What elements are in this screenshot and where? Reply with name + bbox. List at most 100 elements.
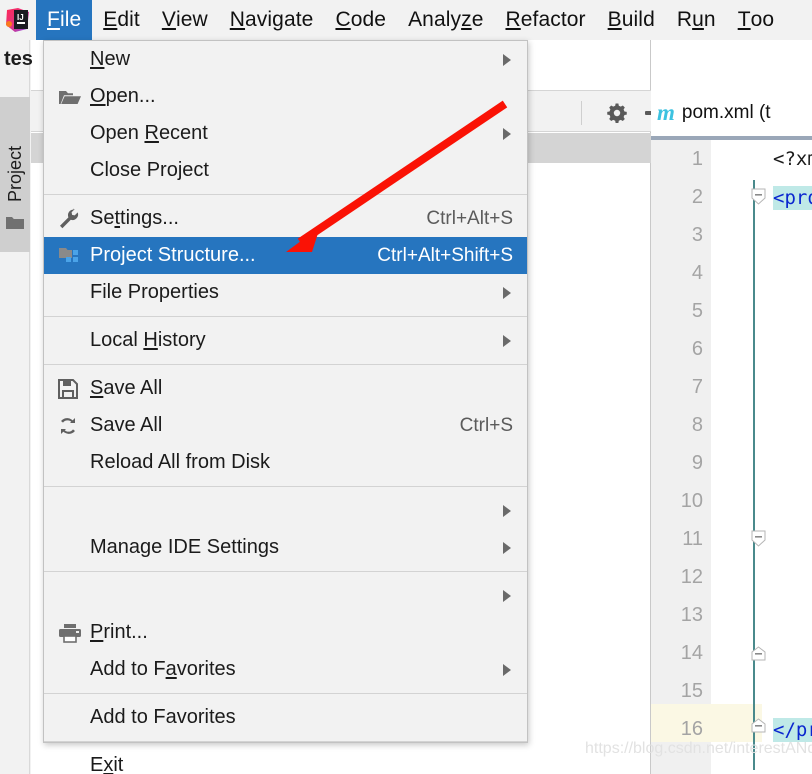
no-icon <box>58 537 90 559</box>
reload-icon <box>58 415 90 437</box>
menu-item-label: Print... <box>90 621 148 643</box>
menu-item-shortcut: Ctrl+S <box>459 414 513 436</box>
menu-run[interactable]: Run <box>666 0 727 40</box>
menu-item-shortcut: Ctrl+Alt+S <box>426 207 513 229</box>
code-text-area[interactable]: <?xm <pro </pr <box>769 140 812 774</box>
gear-icon[interactable] <box>606 102 628 124</box>
file-menu-dropdown: New Open... Open Recent Close Project Se… <box>43 40 528 774</box>
menu-item-invalidate-caches[interactable]: Reload All from Disk <box>44 444 527 481</box>
editor-gutter: 1 2 3 4 5 6 7 8 9 10 11 12 13 14 15 16 <box>651 140 762 774</box>
menu-analyze[interactable]: Analy z e <box>397 0 494 40</box>
line-number: 9 <box>691 452 703 474</box>
no-icon <box>58 585 90 607</box>
no-icon <box>58 659 90 681</box>
line-number: 1 <box>691 148 703 170</box>
menu-item-open-recent[interactable]: Open Recent <box>44 115 527 152</box>
code-line-1: <?xm <box>773 148 812 170</box>
menu-item-manage-ide-settings[interactable] <box>44 492 527 529</box>
menu-item-exit[interactable]: Exit <box>44 747 527 774</box>
menu-item-label: Local History <box>90 329 206 351</box>
no-icon <box>58 160 90 182</box>
menu-separator <box>44 194 527 195</box>
no-icon <box>58 123 90 145</box>
chevron-right-icon <box>503 589 511 602</box>
line-number: 5 <box>691 300 703 322</box>
no-icon <box>58 49 90 71</box>
line-number: 6 <box>691 338 703 360</box>
menu-item-open[interactable]: Open... <box>44 78 527 115</box>
menu-item-close-project[interactable]: Close Project <box>44 152 527 189</box>
chevron-right-icon <box>503 53 511 66</box>
project-structure-icon <box>58 245 90 267</box>
menu-item-local-history[interactable]: Local History <box>44 322 527 359</box>
menu-item-label: Manage IDE Settings <box>90 536 279 558</box>
menu-item-print[interactable]: Print... <box>44 614 527 651</box>
line-number: 12 <box>680 566 703 588</box>
intellij-idea-logo-icon: IJ <box>0 0 36 40</box>
menu-tools[interactable]: Too <box>727 0 786 40</box>
maven-m-icon: m <box>657 100 675 125</box>
no-icon <box>58 282 90 304</box>
menu-item-label: Add to Favorites <box>90 658 236 680</box>
menu-item-label: Project Structure... <box>90 244 256 266</box>
menu-item-label: Exit <box>90 754 124 774</box>
line-number: 7 <box>691 376 703 398</box>
menu-refactor[interactable]: Refactor <box>494 0 596 40</box>
menu-view[interactable]: View <box>151 0 219 40</box>
editor-tab-pom-xml[interactable]: pom.xml (t <box>682 102 771 124</box>
menu-item-add-to-favorites[interactable]: Add to Favorites <box>44 651 527 688</box>
fold-end-icon[interactable] <box>751 646 766 661</box>
fold-end-icon[interactable] <box>751 718 766 733</box>
menu-separator <box>44 316 527 317</box>
menu-separator <box>44 571 527 572</box>
no-icon <box>58 500 90 522</box>
menu-file[interactable]: File <box>36 0 93 40</box>
menu-item-export[interactable] <box>44 577 527 614</box>
menu-item-project-structure[interactable]: Project Structure... Ctrl+Alt+Shift+S <box>44 237 527 274</box>
line-number: 8 <box>691 414 703 436</box>
code-folding-column <box>751 140 769 774</box>
menu-item-power-save-mode[interactable]: Add to Favorites <box>44 699 527 736</box>
menu-item-settings[interactable]: Settings... Ctrl+Alt+S <box>44 200 527 237</box>
project-toolwindow-label: Project <box>4 146 25 203</box>
chevron-right-icon <box>503 504 511 517</box>
code-line-16: </pr <box>773 718 812 742</box>
main-menu-bar: IJ File Edit View Navigate Code Analy z e … <box>0 0 812 40</box>
editor-tab-bar: m pom.xml (t <box>651 90 812 136</box>
svg-text:IJ: IJ <box>17 13 24 22</box>
line-number: 4 <box>691 262 703 284</box>
menu-edit[interactable]: Edit <box>92 0 151 40</box>
menu-item-label: Add to Favorites <box>90 706 236 728</box>
line-number: 3 <box>691 224 703 246</box>
code-line-2: <pro <box>773 186 812 210</box>
chevron-right-icon <box>503 334 511 347</box>
menu-item-reload-all-from-disk[interactable]: Save All Ctrl+S <box>44 407 527 444</box>
line-number: 16 <box>680 718 703 740</box>
menu-build[interactable]: Build <box>597 0 666 40</box>
menu-item-label: Settings... <box>90 207 179 229</box>
menu-item-label: Open Recent <box>90 122 208 144</box>
menu-code[interactable]: Code <box>324 0 397 40</box>
menu-item-label: Save All <box>90 377 163 399</box>
header-divider <box>581 101 582 125</box>
chevron-right-icon <box>503 541 511 554</box>
line-number: 14 <box>680 642 703 664</box>
left-tool-window-strip: Project <box>0 40 30 774</box>
chevron-right-icon <box>503 286 511 299</box>
menu-item-save-all[interactable]: Save All <box>44 370 527 407</box>
menu-item-new-projects-settings[interactable]: Manage IDE Settings <box>44 529 527 566</box>
menu-separator <box>44 693 527 694</box>
menu-item-label: File Properties <box>90 281 219 303</box>
menu-item-label: Save All <box>90 414 163 436</box>
fold-minus-icon[interactable] <box>751 188 766 205</box>
menu-separator <box>44 486 527 487</box>
menu-item-label: Close Project <box>90 159 209 181</box>
fold-minus-icon[interactable] <box>751 530 766 547</box>
menu-item-file-properties[interactable]: File Properties <box>44 274 527 311</box>
menu-item-shortcut: Ctrl+Alt+Shift+S <box>377 244 513 266</box>
project-tab-label-fragment: tes <box>4 48 33 70</box>
current-line-gutter-highlight <box>651 704 762 742</box>
menu-item-new[interactable]: New <box>44 41 527 78</box>
folder-icon <box>5 215 25 231</box>
menu-navigate[interactable]: Navigate <box>219 0 325 40</box>
